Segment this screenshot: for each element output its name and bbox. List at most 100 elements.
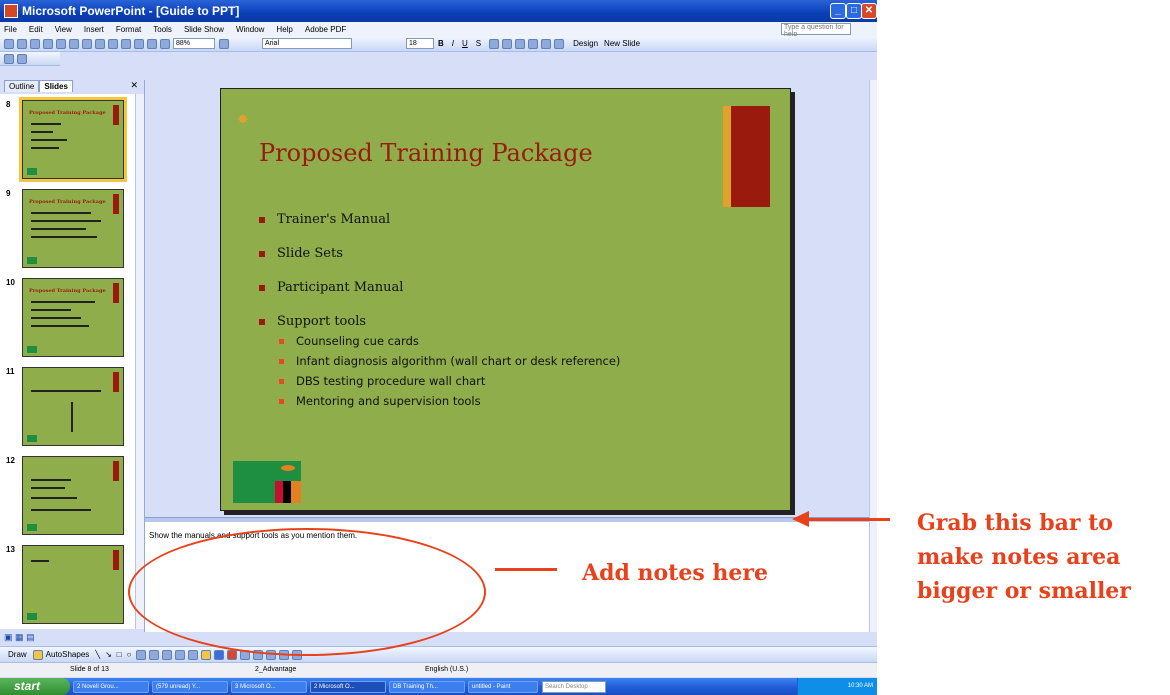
print-icon[interactable] bbox=[43, 38, 53, 49]
slide-sub-bullet[interactable]: Infant diagnosis algorithm (wall chart o… bbox=[279, 354, 620, 368]
bullets-icon[interactable] bbox=[541, 38, 552, 49]
line-color-icon[interactable] bbox=[214, 649, 225, 660]
menu-insert[interactable]: Insert bbox=[84, 25, 104, 34]
current-slide[interactable]: ✸ Proposed Training Package Trainer's Ma… bbox=[220, 88, 791, 511]
draw-menu-button[interactable]: Draw bbox=[8, 650, 27, 659]
title-bar[interactable]: Microsoft PowerPoint - [Guide to PPT] _ … bbox=[0, 0, 877, 22]
slide-scrollbar[interactable] bbox=[869, 80, 877, 632]
align-center-icon[interactable] bbox=[502, 38, 513, 49]
tab-slides[interactable]: Slides bbox=[39, 80, 73, 92]
reviewing-icon[interactable] bbox=[4, 53, 14, 64]
thumbnail-number: 12 bbox=[6, 456, 15, 465]
spelling-icon[interactable] bbox=[69, 38, 79, 49]
slide-sorter-icon[interactable]: ▦ bbox=[15, 632, 24, 642]
save-icon[interactable] bbox=[30, 38, 40, 49]
status-language: English (U.S.) bbox=[425, 666, 469, 673]
maximize-button[interactable]: □ bbox=[846, 3, 862, 19]
close-button[interactable]: ✕ bbox=[861, 3, 877, 19]
thumbnail-accent-bar bbox=[113, 105, 119, 125]
normal-view-icon[interactable]: ▣ bbox=[4, 632, 13, 642]
autoshapes-menu-button[interactable]: AutoShapes bbox=[46, 650, 90, 659]
taskbar-item[interactable]: (579 unread) Y... bbox=[152, 680, 228, 693]
slide-thumbnail-11[interactable] bbox=[22, 367, 124, 446]
print-preview-icon[interactable] bbox=[56, 38, 66, 49]
zoom-select[interactable]: 88% bbox=[173, 38, 215, 49]
diagram-icon[interactable] bbox=[162, 649, 173, 660]
clipart-icon[interactable] bbox=[175, 649, 186, 660]
slide-thumbnail-10[interactable]: Proposed Training Package bbox=[22, 278, 124, 357]
redo-icon[interactable] bbox=[134, 38, 144, 49]
thumbnail-scrollbar[interactable] bbox=[135, 94, 144, 629]
secondary-toolbar bbox=[0, 52, 60, 66]
undo-icon[interactable] bbox=[121, 38, 131, 49]
align-left-icon[interactable] bbox=[489, 38, 500, 49]
align-right-icon[interactable] bbox=[515, 38, 526, 49]
thumbnail-title: Proposed Training Package bbox=[29, 288, 106, 294]
font-size-select[interactable]: 18 bbox=[406, 38, 434, 49]
slide-bullet[interactable]: Trainer's Manual bbox=[259, 212, 390, 227]
desktop-search-input[interactable]: Search Desktop bbox=[542, 680, 606, 693]
taskbar-item[interactable]: 3 Microsoft O... bbox=[231, 680, 307, 693]
cut-icon[interactable] bbox=[82, 38, 92, 49]
fill-color-icon[interactable] bbox=[201, 649, 212, 660]
picture-icon[interactable] bbox=[188, 649, 199, 660]
menu-view[interactable]: View bbox=[55, 25, 72, 34]
markup-icon[interactable] bbox=[17, 53, 27, 64]
slide-thumbnail-12[interactable] bbox=[22, 456, 124, 535]
textbox-icon[interactable] bbox=[136, 649, 147, 660]
arrow-icon[interactable]: ↘ bbox=[105, 650, 112, 659]
slide-bullet[interactable]: Slide Sets bbox=[259, 246, 343, 261]
open-icon[interactable] bbox=[17, 38, 27, 49]
slide-bullet[interactable]: Support tools bbox=[259, 314, 366, 329]
numbering-icon[interactable] bbox=[528, 38, 539, 49]
paste-icon[interactable] bbox=[108, 38, 118, 49]
taskbar-item[interactable]: 2 Novell Grou... bbox=[73, 680, 149, 693]
slide-show-icon[interactable]: ▤ bbox=[26, 632, 35, 642]
table-icon[interactable] bbox=[160, 38, 170, 49]
slide-thumbnail-8[interactable]: Proposed Training Package bbox=[19, 97, 127, 182]
font-select[interactable]: Arial bbox=[262, 38, 352, 49]
line-icon[interactable]: ╲ bbox=[95, 650, 100, 659]
underline-button[interactable]: U bbox=[462, 39, 468, 48]
font-color-icon[interactable] bbox=[554, 38, 565, 49]
copy-icon[interactable] bbox=[95, 38, 105, 49]
menu-adobe-pdf[interactable]: Adobe PDF bbox=[305, 25, 346, 34]
menu-tools[interactable]: Tools bbox=[153, 25, 172, 34]
thumbnail-line bbox=[31, 220, 101, 222]
tab-outline[interactable]: Outline bbox=[4, 80, 40, 92]
chart-icon[interactable] bbox=[147, 38, 157, 49]
rectangle-icon[interactable]: □ bbox=[117, 650, 122, 659]
design-button[interactable]: Design bbox=[573, 39, 598, 48]
new-icon[interactable] bbox=[4, 38, 14, 49]
shadow-button[interactable]: S bbox=[476, 39, 481, 48]
menu-help[interactable]: Help bbox=[276, 25, 292, 34]
menu-format[interactable]: Format bbox=[116, 25, 141, 34]
slide-sub-bullet[interactable]: Counseling cue cards bbox=[279, 334, 419, 348]
slide-thumbnail-13[interactable] bbox=[22, 545, 124, 624]
slide-title[interactable]: Proposed Training Package bbox=[259, 139, 593, 167]
menu-window[interactable]: Window bbox=[236, 25, 264, 34]
wordart-icon[interactable] bbox=[149, 649, 160, 660]
menu-slide-show[interactable]: Slide Show bbox=[184, 25, 224, 34]
italic-button[interactable]: I bbox=[452, 39, 454, 48]
help-icon[interactable] bbox=[219, 38, 229, 49]
bold-button[interactable]: B bbox=[438, 39, 444, 48]
slide-sub-bullet[interactable]: Mentoring and supervision tools bbox=[279, 394, 481, 408]
taskbar-item[interactable]: 2 Microsoft O... bbox=[310, 680, 386, 693]
menu-file[interactable]: File bbox=[4, 25, 17, 34]
minimize-button[interactable]: _ bbox=[830, 3, 846, 19]
star-icon: ✸ bbox=[237, 111, 249, 127]
oval-icon[interactable]: ○ bbox=[127, 650, 132, 659]
select-objects-icon[interactable] bbox=[32, 649, 43, 660]
font-color-draw-icon[interactable] bbox=[227, 649, 238, 660]
slide-bullet[interactable]: Participant Manual bbox=[259, 280, 403, 295]
menu-edit[interactable]: Edit bbox=[29, 25, 43, 34]
taskbar-item[interactable]: DB Training Th... bbox=[389, 680, 465, 693]
start-button[interactable]: start bbox=[0, 678, 70, 695]
slide-thumbnail-9[interactable]: Proposed Training Package bbox=[22, 189, 124, 268]
taskbar-item[interactable]: untitled - Paint bbox=[468, 680, 538, 693]
help-search-input[interactable]: Type a question for help bbox=[781, 23, 851, 38]
close-pane-icon[interactable]: ✕ bbox=[130, 80, 138, 91]
new-slide-button[interactable]: New Slide bbox=[604, 39, 640, 48]
slide-sub-bullet[interactable]: DBS testing procedure wall chart bbox=[279, 374, 485, 388]
